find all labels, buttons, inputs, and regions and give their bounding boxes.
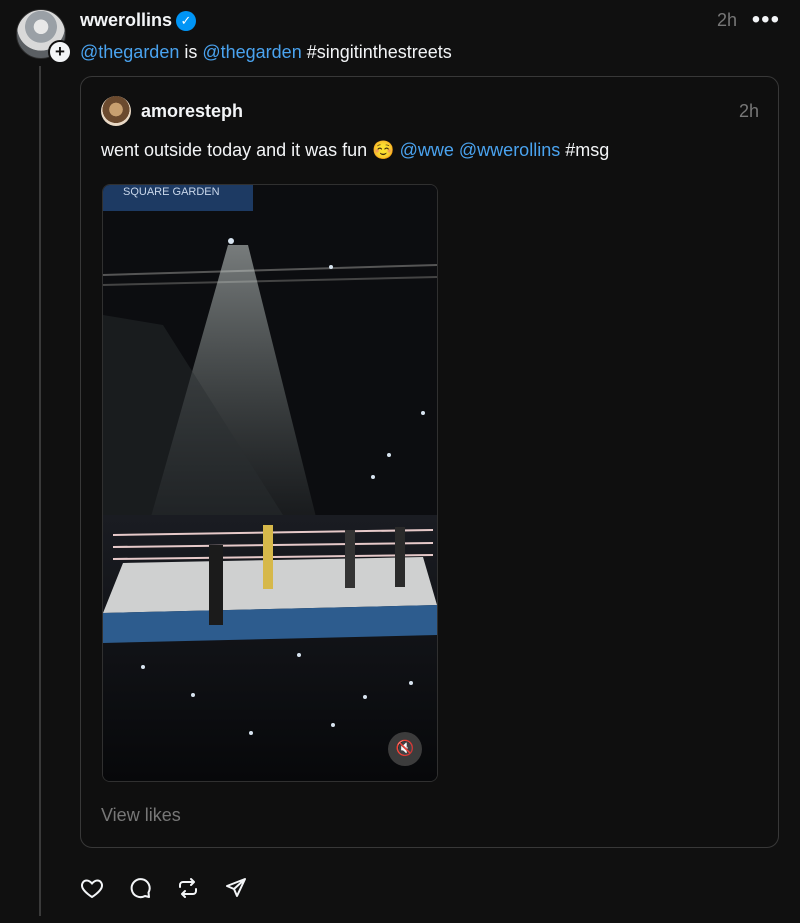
quoted-text-lead: went outside today and it was fun [101, 140, 373, 160]
video-player[interactable]: SQUARE GARDEN 🔇 [102, 184, 438, 782]
quoted-author-avatar[interactable] [101, 96, 131, 126]
comment-icon[interactable] [128, 876, 152, 900]
follow-plus-icon[interactable]: + [48, 40, 72, 64]
arena-banner-text: SQUARE GARDEN [123, 186, 220, 198]
repost-icon[interactable] [176, 876, 200, 900]
quoted-author-username[interactable]: amoresteph [141, 101, 243, 122]
send-icon[interactable] [224, 876, 248, 900]
quoted-post[interactable]: amoresteph 2h went outside today and it … [80, 76, 779, 848]
post-time: 2h [716, 10, 737, 30]
mention-link[interactable]: @wwerollins [459, 140, 560, 160]
heart-icon[interactable] [80, 876, 104, 900]
quoted-post-text: went outside today and it was fun ☺️ @ww… [101, 140, 609, 161]
verified-badge-icon: ✓ [176, 11, 196, 31]
smile-emoji: ☺️ [372, 140, 395, 160]
view-likes-link[interactable]: View likes [101, 805, 181, 826]
thread-line [39, 66, 41, 916]
post-actions [80, 876, 248, 900]
mention-link[interactable]: @wwe [400, 140, 454, 160]
quoted-post-time: 2h [738, 101, 759, 121]
muted-speaker-icon[interactable]: 🔇 [388, 732, 422, 766]
more-options-icon[interactable]: ••• [752, 6, 780, 34]
hashtag-link[interactable]: #msg [565, 140, 609, 160]
post-text-middle: is [179, 42, 203, 62]
post-text: @thegarden is @thegarden #singitinthestr… [80, 42, 452, 63]
mention-link[interactable]: @thegarden [80, 42, 179, 62]
author-username[interactable]: wwerollins [80, 10, 172, 31]
mention-link[interactable]: @thegarden [202, 42, 301, 62]
hashtag-link[interactable]: #singitinthestreets [302, 42, 452, 62]
arena-video-frame: SQUARE GARDEN [103, 185, 437, 781]
